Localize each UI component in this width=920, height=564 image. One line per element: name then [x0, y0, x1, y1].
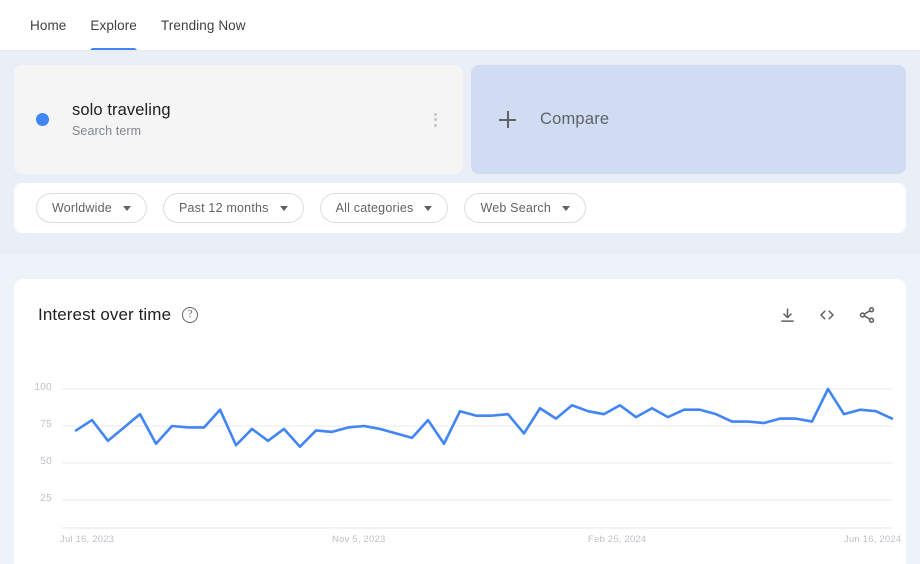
- interest-over-time-card: Interest over time ? 100 75 50 25 Jul 16…: [14, 279, 906, 564]
- filter-section: Worldwide Past 12 months All categories …: [0, 174, 920, 233]
- chart-plot-area: 100 75 50 25 Jul 16, 2023 Nov 5, 2023 Feb 25,…: [14, 279, 906, 564]
- term-row: solo traveling Search term Compare: [14, 65, 906, 174]
- nav-item-explore[interactable]: Explore: [78, 0, 148, 51]
- plus-icon: [499, 111, 516, 128]
- active-tab-indicator: [90, 48, 137, 51]
- y-axis-tick-label: 50: [40, 456, 52, 467]
- filter-chip-label: Web Search: [480, 201, 551, 215]
- filter-chip-search-type[interactable]: Web Search: [464, 193, 586, 223]
- series-color-dot-icon: [36, 113, 49, 126]
- section-spacer: [0, 233, 920, 255]
- chevron-down-icon: [279, 205, 288, 211]
- y-axis-tick-label: 75: [40, 419, 52, 430]
- compare-label: Compare: [540, 110, 610, 128]
- search-term-title: solo traveling: [72, 101, 171, 119]
- filter-chip-label: Worldwide: [52, 201, 112, 215]
- nav-item-home[interactable]: Home: [18, 0, 78, 51]
- x-axis-tick-label: Feb 25, 2024: [588, 534, 647, 545]
- filter-chip-category[interactable]: All categories: [319, 193, 449, 223]
- filter-chip-label: Past 12 months: [178, 201, 269, 215]
- chevron-down-icon: [562, 205, 570, 211]
- chevron-down-icon: [122, 205, 131, 211]
- x-axis-tick-label: Jun 16, 2024: [844, 534, 902, 545]
- chevron-down-icon: [424, 205, 433, 211]
- nav-item-trending-now[interactable]: Trending Now: [149, 0, 258, 51]
- y-axis-tick-label: 25: [40, 493, 52, 504]
- filter-chip-location[interactable]: Worldwide: [36, 193, 147, 223]
- x-axis-tick-label: Nov 5, 2023: [332, 534, 386, 545]
- x-axis-tick-label: Jul 16, 2023: [60, 534, 115, 545]
- kebab-menu-icon[interactable]: [430, 109, 441, 131]
- search-term-card[interactable]: solo traveling Search term: [14, 65, 463, 174]
- trend-line-chart[interactable]: [14, 279, 906, 564]
- search-term-section: solo traveling Search term Compare: [0, 51, 920, 174]
- search-term-text: solo traveling Search term: [72, 101, 171, 138]
- nav-item-label: Explore: [90, 18, 137, 33]
- chart-section: Interest over time ? 100 75 50 25 Jul 16…: [0, 279, 920, 564]
- top-navigation: Home Explore Trending Now: [0, 0, 920, 51]
- filter-chip-label: All categories: [335, 201, 414, 215]
- filter-chip-time-range[interactable]: Past 12 months: [162, 193, 304, 223]
- filter-bar: Worldwide Past 12 months All categories …: [14, 183, 906, 233]
- search-term-subtitle: Search term: [72, 124, 142, 138]
- kebab-dot: [434, 118, 437, 121]
- nav-item-label: Home: [30, 18, 67, 33]
- nav-item-label: Trending Now: [160, 18, 246, 33]
- compare-card[interactable]: Compare: [471, 65, 906, 174]
- section-spacer: [0, 255, 920, 279]
- kebab-dot: [434, 112, 437, 116]
- y-axis-tick-label: 100: [34, 382, 52, 393]
- kebab-dot: [434, 123, 437, 127]
